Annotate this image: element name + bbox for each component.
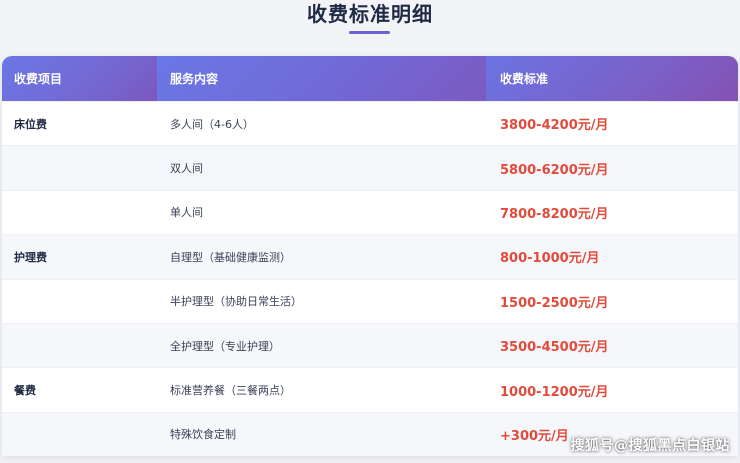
- page-title: 收费标准明细: [307, 2, 433, 26]
- row-service: 双人间: [170, 162, 203, 176]
- row-category: [2, 413, 157, 456]
- row-service: 自理型（基础健康监测）: [170, 250, 291, 264]
- watermark: 搜狐号@搜狐黑点白银站: [570, 438, 730, 454]
- table-row: 床位费 多人间（4-6人） 3800-4200元/月: [2, 101, 738, 146]
- row-price: 1500-2500元/月: [500, 295, 609, 311]
- row-category: 床位费: [14, 117, 47, 131]
- row-category: [2, 191, 157, 234]
- row-service: 特殊饮食定制: [170, 428, 236, 442]
- row-service: 标准营养餐（三餐两点）: [170, 384, 291, 398]
- table-row: 餐费 标准营养餐（三餐两点） 1000-1200元/月: [2, 367, 738, 412]
- row-price: 5800-6200元/月: [500, 162, 609, 178]
- table-row: 半护理型（协助日常生活） 1500-2500元/月: [2, 278, 738, 323]
- row-category: [2, 324, 157, 367]
- header-price: 收费标准: [486, 56, 738, 101]
- row-service: 多人间（4-6人）: [170, 117, 254, 131]
- header-service: 服务内容: [157, 56, 486, 101]
- row-price: 3500-4500元/月: [500, 340, 609, 356]
- table-row: 护理费 自理型（基础健康监测） 800-1000元/月: [2, 234, 738, 279]
- row-price: 7800-8200元/月: [500, 206, 609, 222]
- row-category: [2, 280, 157, 323]
- header-category: 收费项目: [2, 56, 157, 101]
- row-category: [2, 146, 157, 189]
- row-price: 800-1000元/月: [500, 251, 600, 267]
- table-body: 床位费 多人间（4-6人） 3800-4200元/月 双人间 5800-6200…: [2, 101, 738, 456]
- table-row: 双人间 5800-6200元/月: [2, 145, 738, 190]
- row-price: 3800-4200元/月: [500, 118, 609, 134]
- row-service: 全护理型（专业护理）: [170, 339, 280, 353]
- title-underline: [349, 31, 390, 34]
- row-service: 单人间: [170, 206, 203, 220]
- table-row: 全护理型（专业护理） 3500-4500元/月: [2, 322, 738, 368]
- row-price: 1000-1200元/月: [500, 384, 609, 400]
- row-category: 餐费: [14, 384, 36, 398]
- table-row: 单人间 7800-8200元/月: [2, 189, 738, 235]
- row-category: 护理费: [14, 250, 47, 264]
- row-service: 半护理型（协助日常生活）: [170, 295, 302, 309]
- fee-table: 收费项目 服务内容 收费标准 床位费 多人间（4-6人） 3800-4200元/…: [2, 56, 738, 456]
- page: 收费标准明细 收费项目 服务内容 收费标准 床位费 多人间（4-6人） 3800…: [0, 0, 740, 463]
- table-header: 收费项目 服务内容 收费标准: [2, 56, 738, 101]
